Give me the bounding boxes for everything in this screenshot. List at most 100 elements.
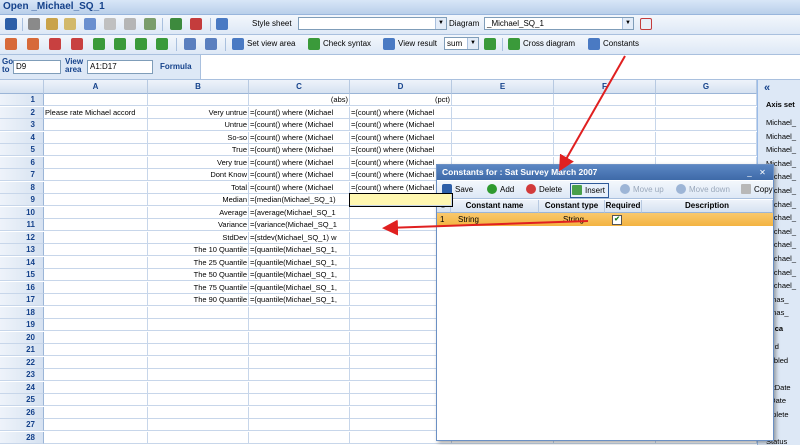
check-syntax-icon[interactable] xyxy=(308,38,320,50)
table-row[interactable]: 5 True ={count() where (Michael ={count() w… xyxy=(0,144,757,156)
preview-icon[interactable] xyxy=(124,18,136,30)
cell-b21[interactable] xyxy=(148,344,249,356)
stylesheet-select[interactable]: ▼ xyxy=(298,17,447,30)
cell-c13[interactable]: ={quantile(Michael_SQ_1, xyxy=(249,244,350,256)
cell-b2[interactable]: Very untrue xyxy=(148,106,249,119)
cell-c4[interactable]: ={count() where (Michael xyxy=(249,131,350,144)
cell-b23[interactable] xyxy=(148,369,249,381)
row-header[interactable]: 19 xyxy=(0,319,44,331)
paste-icon[interactable] xyxy=(64,18,76,30)
row-header[interactable]: 26 xyxy=(0,406,44,419)
table-row[interactable]: 1 String String ✔ xyxy=(437,213,773,226)
cell-a15[interactable] xyxy=(44,269,148,281)
cell-c26[interactable] xyxy=(249,406,350,419)
row-header[interactable]: 25 xyxy=(0,394,44,406)
cell-b9[interactable]: Median xyxy=(148,194,249,206)
cell-c18[interactable] xyxy=(249,306,350,319)
col-header-constant-name[interactable]: Constant name xyxy=(451,200,539,213)
row-header[interactable]: 17 xyxy=(0,294,44,306)
cell-g2[interactable] xyxy=(656,106,757,119)
row-header[interactable]: 10 xyxy=(0,206,44,219)
sum-icon[interactable] xyxy=(484,38,496,50)
chevron-down-icon[interactable]: ▼ xyxy=(435,18,446,29)
cell-c6[interactable]: ={count() where (Michael xyxy=(249,156,350,169)
table-row[interactable]: 1 (abs) (pct) xyxy=(0,94,757,106)
cell-a21[interactable] xyxy=(44,344,148,356)
cell-a19[interactable] xyxy=(44,319,148,331)
copy-icon[interactable] xyxy=(46,18,58,30)
cell-b19[interactable] xyxy=(148,319,249,331)
cell-a7[interactable] xyxy=(44,169,148,181)
row-header[interactable]: 7 xyxy=(0,169,44,181)
cell-c28[interactable] xyxy=(249,431,350,444)
aggregate-select[interactable]: sum ▼ xyxy=(444,37,479,50)
cell-c17[interactable]: ={quantile(Michael_SQ_1, xyxy=(249,294,350,306)
excel-icon[interactable] xyxy=(170,18,182,30)
row-header[interactable]: 16 xyxy=(0,281,44,294)
axis-set-item[interactable]: Michael_ xyxy=(766,118,796,127)
row-header[interactable]: 8 xyxy=(0,181,44,194)
cell-a24[interactable] xyxy=(44,381,148,394)
cell-e4[interactable] xyxy=(452,131,554,144)
cell-a28[interactable] xyxy=(44,431,148,444)
delete-row-icon[interactable] xyxy=(49,38,61,50)
cell-a5[interactable] xyxy=(44,144,148,156)
view-area-input[interactable]: A1:D17 xyxy=(87,60,153,74)
move-down-button[interactable]: Move down xyxy=(675,183,730,196)
cell-b12[interactable]: StdDev xyxy=(148,231,249,244)
row-header[interactable]: 13 xyxy=(0,244,44,256)
cell-c15[interactable]: ={quantile(Michael_SQ_1, xyxy=(249,269,350,281)
undo-icon[interactable] xyxy=(84,18,96,30)
col-header-description[interactable]: Description xyxy=(642,200,773,213)
close-icon[interactable]: ✕ xyxy=(758,168,767,177)
cell-a8[interactable] xyxy=(44,181,148,194)
table-row[interactable]: 3 Untrue ={count() where (Michael ={count()… xyxy=(0,119,757,131)
redo-icon[interactable] xyxy=(104,18,116,30)
cut-icon[interactable] xyxy=(28,18,40,30)
row-header[interactable]: 18 xyxy=(0,306,44,319)
link-icon[interactable] xyxy=(144,18,156,30)
required-cell[interactable]: ✔ xyxy=(605,213,642,226)
cell-b17[interactable]: The 90 Quantile xyxy=(148,294,249,306)
row-header[interactable]: 22 xyxy=(0,356,44,369)
column-header-g[interactable]: G xyxy=(656,80,757,94)
cell-d5[interactable]: ={count() where (Michael xyxy=(350,144,452,156)
delete-constant-button[interactable]: Delete xyxy=(525,183,562,196)
cell-a20[interactable] xyxy=(44,331,148,344)
cell-c7[interactable]: ={count() where (Michael xyxy=(249,169,350,181)
arrow-right-icon[interactable] xyxy=(156,38,168,50)
cell-a18[interactable] xyxy=(44,306,148,319)
required-checkbox[interactable]: ✔ xyxy=(612,215,622,225)
cell-c24[interactable] xyxy=(249,381,350,394)
constant-name-cell[interactable]: String xyxy=(455,213,539,226)
cell-a12[interactable] xyxy=(44,231,148,244)
cell-a6[interactable] xyxy=(44,156,148,169)
cell-b27[interactable] xyxy=(148,419,249,431)
cell-d1[interactable]: (pct) xyxy=(350,94,452,106)
cell-c20[interactable] xyxy=(249,331,350,344)
cell-b20[interactable] xyxy=(148,331,249,344)
description-cell[interactable] xyxy=(642,213,773,226)
cell-a3[interactable] xyxy=(44,119,148,131)
cell-a1[interactable] xyxy=(44,94,148,106)
arrow-up-icon[interactable] xyxy=(114,38,126,50)
cell-f3[interactable] xyxy=(554,119,656,131)
column-header-d[interactable]: D xyxy=(350,80,452,94)
row-header[interactable]: 27 xyxy=(0,419,44,431)
cell-a9[interactable] xyxy=(44,194,148,206)
cell-b15[interactable]: The 50 Quantile xyxy=(148,269,249,281)
cell-c19[interactable] xyxy=(249,319,350,331)
cell-c1[interactable]: (abs) xyxy=(249,94,350,106)
cell-b5[interactable]: True xyxy=(148,144,249,156)
row-header[interactable]: 21 xyxy=(0,344,44,356)
cell-a26[interactable] xyxy=(44,406,148,419)
sort-descending-icon[interactable] xyxy=(205,38,217,50)
cell-c11[interactable]: ={variance(Michael_SQ_1 xyxy=(249,219,350,231)
cell-d4[interactable]: ={count() where (Michael xyxy=(350,131,452,144)
cell-c2[interactable]: ={count() where (Michael xyxy=(249,106,350,119)
chart-icon[interactable] xyxy=(216,18,228,30)
row-header[interactable]: 23 xyxy=(0,369,44,381)
cell-b28[interactable] xyxy=(148,431,249,444)
axis-set-item[interactable]: Michael_ xyxy=(766,132,796,141)
row-header[interactable]: 3 xyxy=(0,119,44,131)
